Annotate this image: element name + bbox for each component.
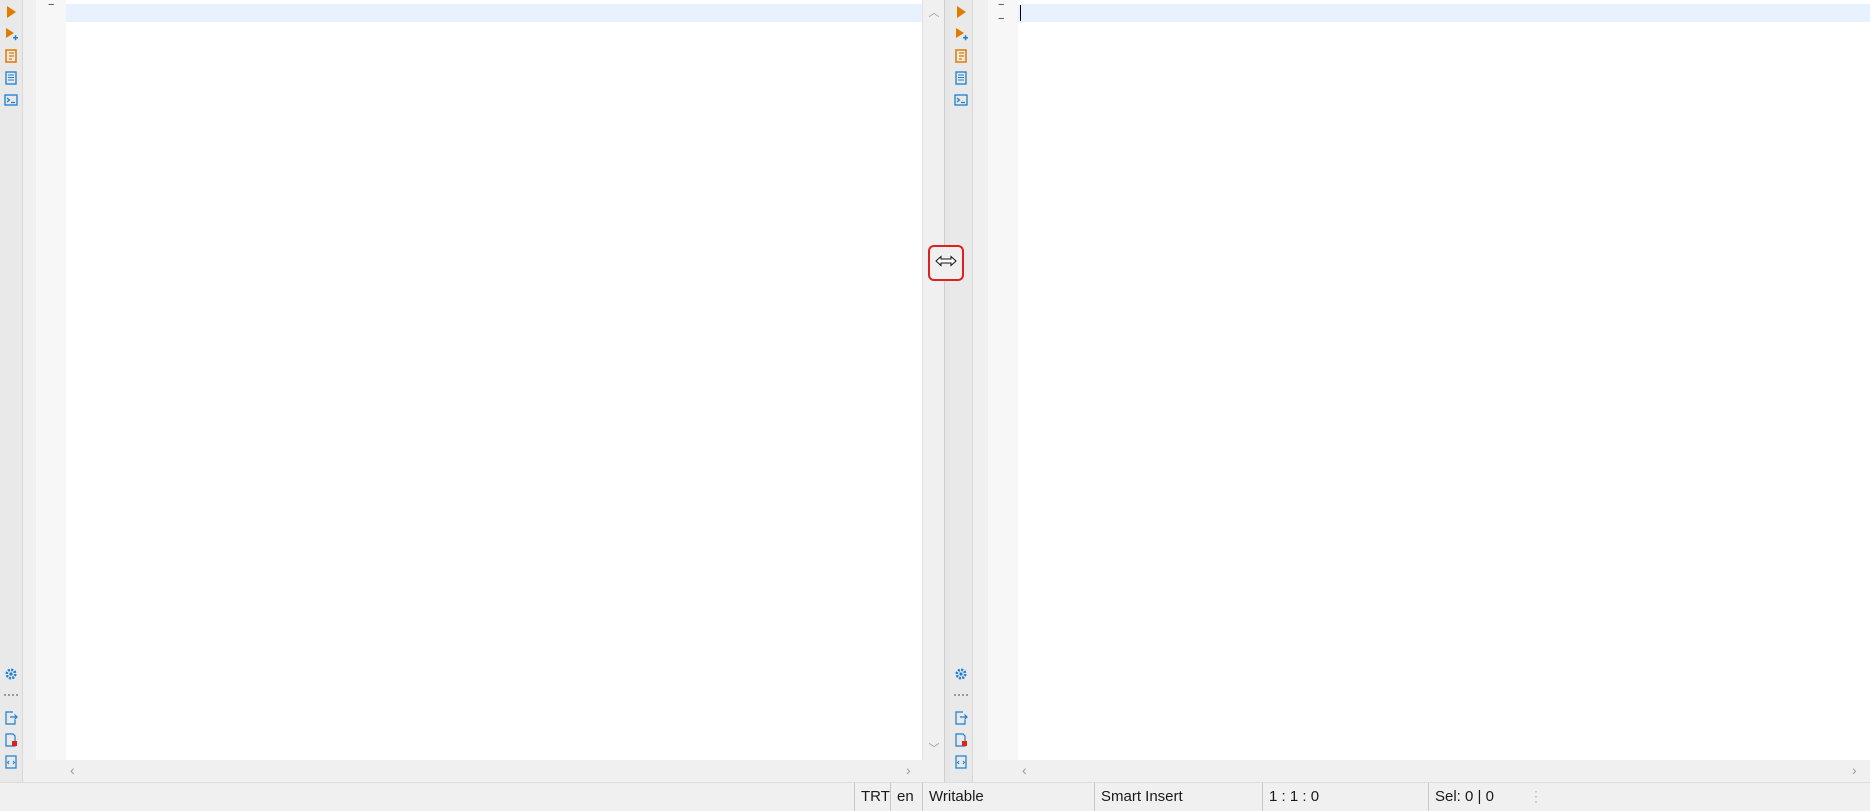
text-caret	[1020, 5, 1021, 21]
current-line-highlight	[1018, 4, 1870, 22]
scroll-right-arrow-icon[interactable]: ›	[906, 762, 911, 778]
right-gutter: − −	[988, 0, 1018, 760]
left-horizontal-scrollbar[interactable]: ‹ ›	[66, 760, 922, 782]
fold-marker[interactable]: −	[998, 14, 1004, 25]
resize-horizontal-icon	[935, 254, 957, 272]
file-error-icon[interactable]	[953, 732, 969, 748]
fold-marker[interactable]: −	[48, 0, 54, 11]
export-icon[interactable]	[3, 710, 19, 726]
scroll-down-arrow-icon[interactable]: ﹀	[923, 740, 945, 756]
toolbar-separator	[954, 694, 968, 698]
document-icon[interactable]	[3, 70, 19, 86]
toolbar-separator	[4, 694, 18, 698]
right-horizontal-scrollbar[interactable]: ‹ ›	[1018, 760, 1870, 782]
run-icon[interactable]	[953, 4, 969, 20]
fold-marker[interactable]: −	[998, 0, 1004, 11]
left-gutter: −	[36, 0, 66, 760]
scroll-left-arrow-icon[interactable]: ‹	[70, 762, 75, 778]
document-icon[interactable]	[953, 70, 969, 86]
file-error-icon[interactable]	[3, 732, 19, 748]
status-selection[interactable]: Sel: 0 | 0	[1428, 783, 1528, 811]
script-file-icon[interactable]	[3, 48, 19, 64]
run-with-options-icon[interactable]	[953, 26, 969, 42]
left-vertical-scrollbar[interactable]: ︿ ﹀	[922, 0, 946, 760]
export-icon[interactable]	[953, 710, 969, 726]
resize-grip-icon[interactable]: · · ·	[1534, 785, 1538, 807]
scroll-up-arrow-icon[interactable]: ︿	[923, 4, 945, 20]
right-editor-text-area[interactable]	[1018, 0, 1870, 760]
status-bar: TRT en Writable Smart Insert 1 : 1 : 0 S…	[0, 782, 1870, 811]
xml-file-icon[interactable]	[953, 754, 969, 770]
settings-gear-icon[interactable]	[953, 666, 969, 682]
scroll-right-arrow-icon[interactable]: ›	[1852, 762, 1857, 778]
splitter-resize-handle[interactable]	[928, 245, 964, 281]
right-editor-pane: − − ‹ ›	[950, 0, 1870, 782]
run-with-options-icon[interactable]	[3, 26, 19, 42]
status-write-mode[interactable]: Writable	[922, 783, 1094, 811]
script-file-icon[interactable]	[953, 48, 969, 64]
left-editor-text-area[interactable]	[66, 0, 922, 760]
status-insert-mode[interactable]: Smart Insert	[1094, 783, 1262, 811]
terminal-icon[interactable]	[953, 92, 969, 108]
settings-gear-icon[interactable]	[3, 666, 19, 682]
right-side-toolbar	[950, 0, 973, 782]
status-encoding[interactable]: TRT	[854, 783, 890, 811]
status-cursor-position[interactable]: 1 : 1 : 0	[1262, 783, 1428, 811]
left-editor-pane: − ︿ ﹀ ‹ ›	[0, 0, 948, 782]
left-side-toolbar	[0, 0, 23, 782]
scroll-left-arrow-icon[interactable]: ‹	[1022, 762, 1027, 778]
terminal-icon[interactable]	[3, 92, 19, 108]
xml-file-icon[interactable]	[3, 754, 19, 770]
status-language[interactable]: en	[890, 783, 922, 811]
current-line-highlight	[66, 4, 922, 22]
run-icon[interactable]	[3, 4, 19, 20]
